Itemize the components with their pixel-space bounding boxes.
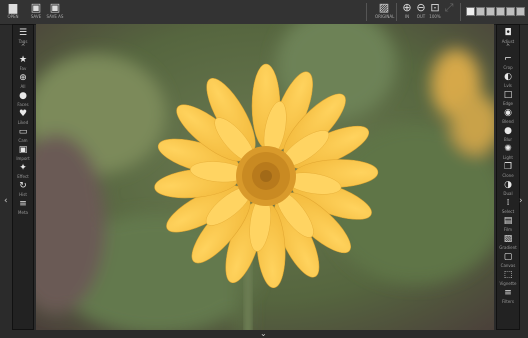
right-panel-toggle-icon[interactable]: › xyxy=(519,196,523,206)
gradient-icon: ▧ xyxy=(503,234,513,244)
save-icon: ▣ xyxy=(30,1,42,14)
target-icon: ⊕ xyxy=(19,73,27,83)
copy-icon: ❐ xyxy=(503,162,513,172)
sun-icon: ✺ xyxy=(504,144,512,154)
menu-icon: ≡ xyxy=(19,199,27,209)
view-single-button[interactable] xyxy=(466,7,475,16)
view-split-button[interactable] xyxy=(476,7,485,16)
toolbar-divider xyxy=(396,3,397,21)
collapse-caret-icon[interactable]: ⌃ xyxy=(13,43,33,51)
view-grid-button[interactable] xyxy=(496,7,505,16)
star-icon: ★ xyxy=(18,55,28,65)
circle-icon: ◉ xyxy=(504,108,512,118)
camera-icon: ▭ xyxy=(18,127,28,137)
bottom-panel-toggle-icon[interactable]: ⌄ xyxy=(260,329,267,338)
left-sidebar: ☰ Tags ⌃ ★ Fav ⊕ All ● Faces ♥ Liked ▭ C… xyxy=(12,24,34,330)
levels-icon: ◐ xyxy=(504,72,512,82)
right-sidebar: ◘ Adjust ⌃ ⌐ Crop ◐ Lvls □ Edge ◉ Blend … xyxy=(496,24,520,330)
toolbar-divider xyxy=(366,3,367,21)
folder-icon: ▆ xyxy=(8,1,18,14)
open-button[interactable]: ▆ OPEN xyxy=(4,2,22,22)
frame-icon: ▣ xyxy=(18,145,28,155)
photo-canvas[interactable] xyxy=(36,24,494,330)
dot-icon: ● xyxy=(504,126,512,136)
square-icon: □ xyxy=(503,90,513,100)
view-compare-button[interactable] xyxy=(486,7,495,16)
top-toolbar: ▆ OPEN ▣ SAVE ▣ SAVE AS ▨ ORIGINAL ⊕ IN … xyxy=(0,0,528,25)
save-button[interactable]: ▣ SAVE xyxy=(27,2,45,22)
grid-icon: ⁞ xyxy=(506,198,510,208)
vignette-icon: ⬚ xyxy=(503,270,513,280)
heart-icon: ♥ xyxy=(18,109,28,119)
crop-icon: ⌐ xyxy=(504,54,512,64)
original-button[interactable]: ▨ ORIGINAL xyxy=(375,1,394,22)
sparkle-icon: ✦ xyxy=(19,163,27,173)
left-panel-toggle-icon[interactable]: ‹ xyxy=(4,196,8,206)
save-as-button[interactable]: ▣ SAVE AS xyxy=(46,2,64,22)
flower-photo xyxy=(36,24,494,330)
history-icon: ↻ xyxy=(19,181,27,191)
sidebar-item-meta[interactable]: ≡ Meta xyxy=(13,199,33,221)
contrast-icon: ◑ xyxy=(504,180,512,190)
camera-icon: ◘ xyxy=(504,28,512,38)
toolbar-divider xyxy=(460,3,461,21)
film-icon: ▤ xyxy=(503,216,513,226)
view-list-button[interactable] xyxy=(516,7,525,16)
collapse-caret-icon[interactable]: ⌃ xyxy=(497,43,519,51)
picture-icon: ▢ xyxy=(503,252,513,262)
fullscreen-button[interactable]: ⤢ xyxy=(440,2,458,22)
image-icon: ▨ xyxy=(378,1,390,14)
tool-filters[interactable]: ≡ Filters xyxy=(497,288,519,310)
list-icon: ≡ xyxy=(504,288,512,298)
save-as-icon: ▣ xyxy=(49,1,61,14)
layers-icon: ☰ xyxy=(18,28,28,38)
person-icon: ● xyxy=(19,91,27,101)
view-filmstrip-button[interactable] xyxy=(506,7,515,16)
expand-icon: ⤢ xyxy=(444,1,454,14)
